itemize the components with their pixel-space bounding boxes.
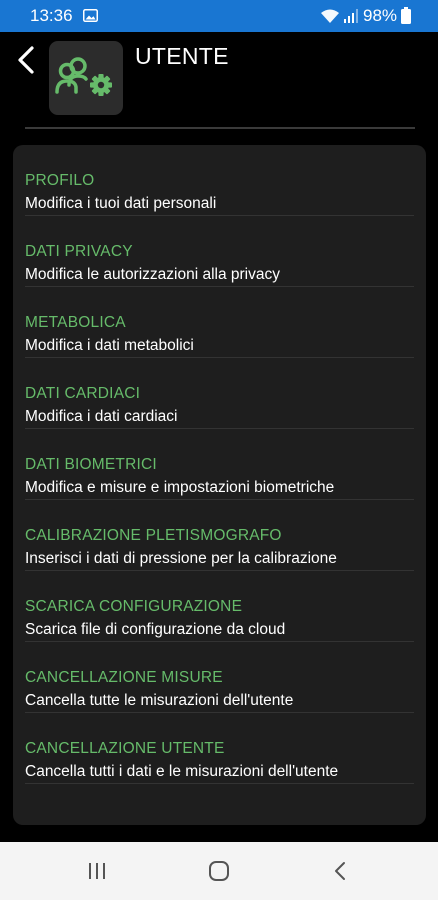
menu-item-profilo[interactable]: PROFILO Modifica i tuoi dati personali: [13, 145, 426, 216]
menu-item-cancellazione-utente[interactable]: CANCELLAZIONE UTENTE Cancella tutti i da…: [13, 713, 426, 784]
menu-item-title: DATI BIOMETRICI: [25, 456, 157, 473]
menu-item-calibrazione-pletismografo[interactable]: CALIBRAZIONE PLETISMOGRAFO Inserisci i d…: [13, 500, 426, 571]
menu-item-title: SCARICA CONFIGURAZIONE: [25, 598, 243, 615]
menu-item-subtitle: Modifica i tuoi dati personali: [25, 195, 217, 212]
menu-item-subtitle: Cancella tutti i dati e le misurazioni d…: [25, 763, 339, 780]
image-notification-icon: [83, 9, 98, 22]
menu-item-dati-biometrici[interactable]: DATI BIOMETRICI Modifica e misure e impo…: [13, 429, 426, 500]
battery-percent: 98%: [363, 6, 398, 25]
menu-item-title: CALIBRAZIONE PLETISMOGRAFO: [25, 527, 282, 544]
menu-item-subtitle: Cancella tutte le misurazioni dell'utent…: [25, 692, 294, 709]
wifi-icon: [321, 9, 339, 23]
settings-menu: PROFILO Modifica i tuoi dati personali D…: [13, 145, 426, 825]
menu-item-subtitle: Modifica i dati metabolici: [25, 337, 194, 354]
menu-item-dati-privacy[interactable]: DATI PRIVACY Modifica le autorizzazioni …: [13, 216, 426, 287]
header-divider: [25, 127, 415, 129]
menu-item-subtitle: Modifica i dati cardiaci: [25, 408, 178, 425]
menu-item-subtitle: Modifica le autorizzazioni alla privacy: [25, 266, 281, 283]
users-gear-icon: [49, 41, 123, 115]
menu-item-title: CANCELLAZIONE UTENTE: [25, 740, 225, 757]
menu-item-title: CANCELLAZIONE MISURE: [25, 669, 223, 686]
back-nav-icon[interactable]: [328, 858, 354, 884]
back-arrow-icon[interactable]: [12, 44, 42, 76]
menu-item-subtitle: Modifica e misure e impostazioni biometr…: [25, 479, 335, 496]
page-title: UTENTE: [135, 43, 229, 69]
menu-separator: [25, 783, 414, 784]
menu-item-title: PROFILO: [25, 172, 95, 189]
menu-item-subtitle: Inserisci i dati di pressione per la cal…: [25, 550, 337, 567]
home-icon[interactable]: [206, 858, 232, 884]
recent-apps-icon[interactable]: [84, 858, 110, 884]
menu-item-cancellazione-misure[interactable]: CANCELLAZIONE MISURE Cancella tutte le m…: [13, 642, 426, 713]
menu-item-title: DATI PRIVACY: [25, 243, 133, 260]
menu-item-metabolica[interactable]: METABOLICA Modifica i dati metabolici: [13, 287, 426, 358]
signal-icon: [344, 9, 358, 23]
status-time: 13:36: [30, 6, 73, 25]
menu-item-title: METABOLICA: [25, 314, 126, 331]
menu-item-scarica-configurazione[interactable]: SCARICA CONFIGURAZIONE Scarica file di c…: [13, 571, 426, 642]
system-navigation-bar: [0, 842, 438, 900]
menu-item-subtitle: Scarica file di configurazione da cloud: [25, 621, 286, 638]
menu-item-title: DATI CARDIACI: [25, 385, 141, 402]
status-bar: 13:36 98%: [0, 0, 438, 32]
battery-icon: [401, 7, 411, 24]
menu-item-dati-cardiaci[interactable]: DATI CARDIACI Modifica i dati cardiaci: [13, 358, 426, 429]
